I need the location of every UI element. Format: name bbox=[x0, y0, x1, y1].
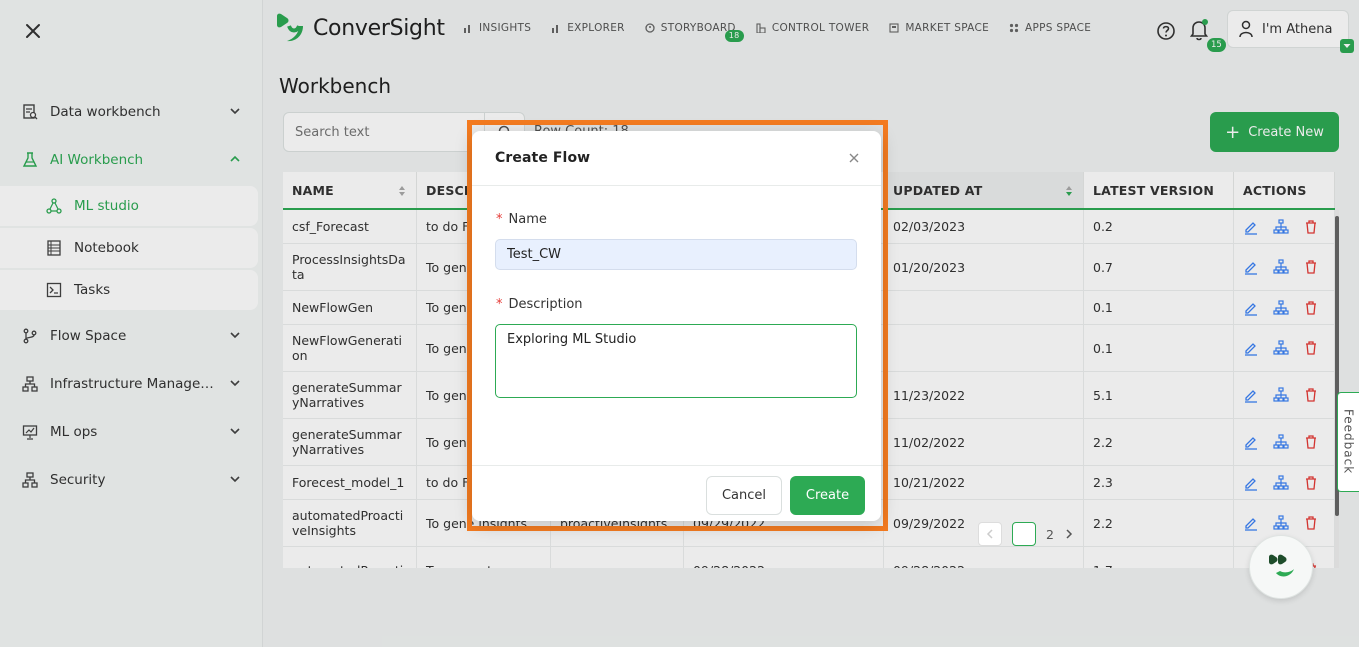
chat-assistant-button[interactable] bbox=[1249, 535, 1313, 599]
description-field[interactable]: Exploring ML Studio bbox=[495, 324, 857, 398]
name-label-text: Name bbox=[508, 212, 547, 227]
current-page-button[interactable] bbox=[1012, 522, 1036, 546]
dialog-title: Create Flow bbox=[495, 150, 591, 166]
description-label: * Description bbox=[496, 297, 583, 312]
prev-page-button[interactable] bbox=[978, 522, 1002, 546]
create-button[interactable]: Create bbox=[790, 476, 865, 515]
feedback-label: Feedback bbox=[1341, 409, 1356, 475]
pagination: 2 bbox=[978, 522, 1074, 546]
conversight-assistant-icon bbox=[1269, 554, 1294, 577]
dialog-header: Create Flow bbox=[472, 131, 881, 186]
feedback-tab[interactable]: Feedback bbox=[1337, 392, 1359, 492]
page-2-button[interactable]: 2 bbox=[1046, 527, 1054, 542]
name-label: * Name bbox=[496, 212, 547, 227]
cancel-button[interactable]: Cancel bbox=[706, 476, 782, 515]
description-label-text: Description bbox=[508, 297, 583, 312]
chevron-left-icon bbox=[986, 529, 993, 539]
required-mark: * bbox=[496, 297, 503, 312]
dialog-footer: Cancel Create bbox=[472, 465, 881, 521]
close-icon[interactable] bbox=[847, 151, 861, 165]
chevron-right-icon[interactable] bbox=[1064, 529, 1074, 539]
name-field[interactable] bbox=[495, 239, 857, 270]
required-mark: * bbox=[496, 212, 503, 227]
create-flow-dialog: Create Flow * Name * Description Exploring… bbox=[472, 131, 881, 521]
